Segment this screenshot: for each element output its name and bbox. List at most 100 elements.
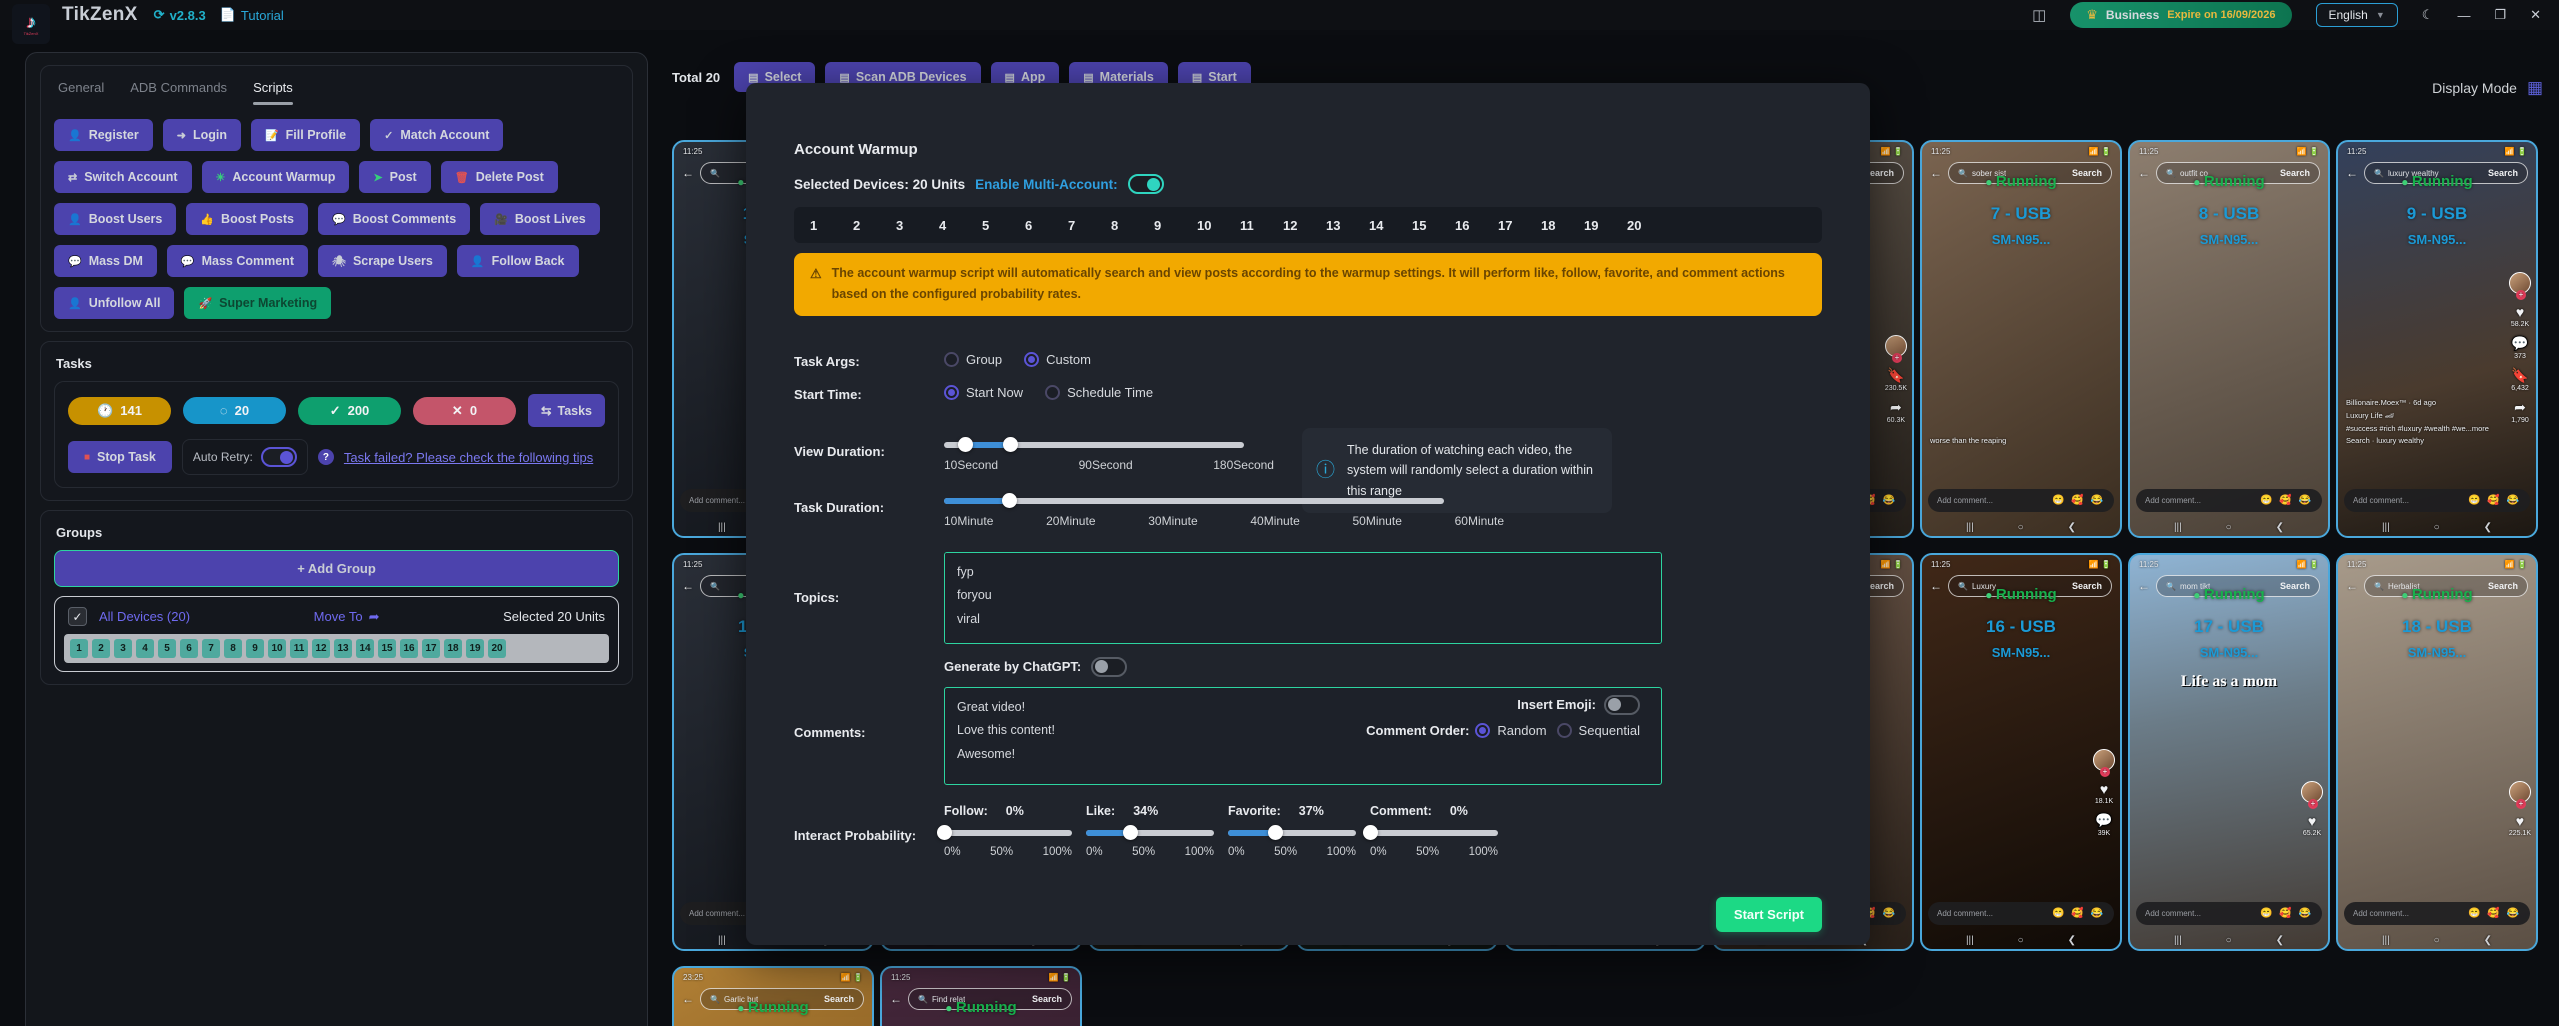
modal-device-11[interactable]: 11 xyxy=(1240,218,1283,233)
tab-adb-commands[interactable]: ADB Commands xyxy=(130,80,227,105)
modal-device-9[interactable]: 9 xyxy=(1154,218,1197,233)
probability-slider[interactable] xyxy=(944,830,1072,836)
modal-device-8[interactable]: 8 xyxy=(1111,218,1154,233)
comment-order-option-sequential[interactable]: Sequential xyxy=(1557,723,1640,738)
phone-device-20[interactable]: 11:25📶 🔋←🔍Find relatSearch● Running20 - … xyxy=(880,966,1082,1026)
probability-slider[interactable] xyxy=(1228,830,1356,836)
avatar[interactable] xyxy=(2509,272,2531,294)
script-button-mass-comment[interactable]: 💬Mass Comment xyxy=(167,245,308,277)
device-chip-15[interactable]: 15 xyxy=(378,639,396,658)
modal-device-12[interactable]: 12 xyxy=(1283,218,1326,233)
device-chip-14[interactable]: 14 xyxy=(356,639,374,658)
language-select[interactable]: English ▼ xyxy=(2316,3,2398,27)
script-button-follow-back[interactable]: 👤Follow Back xyxy=(457,245,579,277)
probability-slider[interactable] xyxy=(1370,830,1498,836)
start-time-option-schedule-time[interactable]: Schedule Time xyxy=(1045,385,1153,400)
multi-account-toggle[interactable] xyxy=(1128,174,1164,194)
avatar[interactable] xyxy=(2093,749,2115,771)
tasks-button[interactable]: ⇆Tasks xyxy=(528,394,605,427)
comment-bar[interactable]: Add comment...😁 🥰 😂 xyxy=(2344,902,2530,925)
modal-device-7[interactable]: 7 xyxy=(1068,218,1111,233)
modal-device-13[interactable]: 13 xyxy=(1326,218,1369,233)
comment-icon[interactable]: 💬 xyxy=(2095,812,2112,829)
device-chip-20[interactable]: 20 xyxy=(488,639,506,658)
task-args-option-custom[interactable]: Custom xyxy=(1024,352,1091,367)
comment-icon[interactable]: 💬 xyxy=(2511,335,2528,352)
device-chip-3[interactable]: 3 xyxy=(114,639,132,658)
phone-device-19[interactable]: 23:25📶 🔋←🔍Garlic butSearch● Running19 - … xyxy=(672,966,874,1026)
avatar[interactable] xyxy=(2301,781,2323,803)
auto-retry-toggle[interactable] xyxy=(261,447,297,467)
comment-bar[interactable]: Add comment...😁 🥰 😂 xyxy=(2136,489,2322,512)
modal-device-16[interactable]: 16 xyxy=(1455,218,1498,233)
modal-device-1[interactable]: 1 xyxy=(810,218,853,233)
modal-device-19[interactable]: 19 xyxy=(1584,218,1627,233)
script-button-unfollow-all[interactable]: 👤Unfollow All xyxy=(54,287,174,319)
slider-thumb[interactable] xyxy=(1268,825,1283,840)
task-args-option-group[interactable]: Group xyxy=(944,352,1002,367)
script-button-boost-users[interactable]: 👤Boost Users xyxy=(54,203,176,235)
phone-device-8[interactable]: 11:25📶 🔋←🔍outfit coSearch● Running8 - US… xyxy=(2128,140,2330,538)
move-to-button[interactable]: Move To ➦ xyxy=(314,609,380,625)
device-chip-13[interactable]: 13 xyxy=(334,639,352,658)
save-icon[interactable]: 🔖 xyxy=(2511,367,2528,384)
tab-scripts[interactable]: Scripts xyxy=(253,80,293,105)
device-chip-18[interactable]: 18 xyxy=(444,639,462,658)
device-chip-4[interactable]: 4 xyxy=(136,639,154,658)
like-icon[interactable]: ♥ xyxy=(2516,813,2524,829)
task-failed-tips-link[interactable]: Task failed? Please check the following … xyxy=(344,450,593,465)
script-button-post[interactable]: ➤Post xyxy=(359,161,430,193)
device-chip-9[interactable]: 9 xyxy=(246,639,264,658)
script-button-match-account[interactable]: ✓Match Account xyxy=(370,119,503,151)
script-button-switch-account[interactable]: ⇄Switch Account xyxy=(54,161,192,193)
comment-order-option-random[interactable]: Random xyxy=(1475,723,1546,738)
topics-textarea[interactable]: fyp foryou viral xyxy=(944,552,1662,644)
device-chip-10[interactable]: 10 xyxy=(268,639,286,658)
share-icon[interactable]: ➦ xyxy=(2514,399,2526,416)
start-time-option-start-now[interactable]: Start Now xyxy=(944,385,1023,400)
script-button-boost-lives[interactable]: 🎥Boost Lives xyxy=(480,203,600,235)
comment-bar[interactable]: Add comment...😁 🥰 😂 xyxy=(2344,489,2530,512)
tutorial-link[interactable]: 📄Tutorial xyxy=(220,7,284,23)
slider-thumb[interactable] xyxy=(1123,825,1138,840)
help-icon[interactable]: ? xyxy=(318,449,334,465)
like-icon[interactable]: ♥ xyxy=(2100,781,2108,797)
script-button-delete-post[interactable]: 🗑Delete Post xyxy=(441,161,558,193)
device-chip-16[interactable]: 16 xyxy=(400,639,418,658)
view-duration-slider[interactable] xyxy=(944,442,1244,448)
device-chip-5[interactable]: 5 xyxy=(158,639,176,658)
version-link[interactable]: ⟳v2.8.3 xyxy=(154,7,206,23)
device-chip-12[interactable]: 12 xyxy=(312,639,330,658)
modal-device-18[interactable]: 18 xyxy=(1541,218,1584,233)
slider-thumb[interactable] xyxy=(958,437,973,452)
script-button-register[interactable]: 👤Register xyxy=(54,119,153,151)
modal-device-10[interactable]: 10 xyxy=(1197,218,1240,233)
script-button-mass-dm[interactable]: 💬Mass DM xyxy=(54,245,157,277)
slider-thumb[interactable] xyxy=(1002,493,1017,508)
stop-task-button[interactable]: ■ Stop Task xyxy=(68,441,172,473)
device-chip-2[interactable]: 2 xyxy=(92,639,110,658)
group-name[interactable]: All Devices (20) xyxy=(99,609,190,624)
tab-general[interactable]: General xyxy=(58,80,104,105)
script-button-account-warmup[interactable]: ☀Account Warmup xyxy=(202,161,350,193)
slider-thumb[interactable] xyxy=(937,825,952,840)
like-icon[interactable]: ♥ xyxy=(2516,304,2524,320)
comment-bar[interactable]: Add comment...😁 🥰 😂 xyxy=(1928,489,2114,512)
group-checkbox[interactable]: ✓ xyxy=(68,607,87,626)
script-button-boost-posts[interactable]: 👍Boost Posts xyxy=(186,203,308,235)
task-duration-slider[interactable] xyxy=(944,498,1444,504)
phone-device-16[interactable]: 11:25📶 🔋←🔍LuxurySearch● Running16 - USBS… xyxy=(1920,553,2122,951)
modal-device-15[interactable]: 15 xyxy=(1412,218,1455,233)
license-badge[interactable]: ♛ Business Expire on 16/09/2026 xyxy=(2070,2,2291,28)
start-script-button[interactable]: Start Script xyxy=(1716,897,1822,932)
phone-device-17[interactable]: 11:25📶 🔋←🔍mom tiktSearch● Running17 - US… xyxy=(2128,553,2330,951)
modal-device-6[interactable]: 6 xyxy=(1025,218,1068,233)
comment-bar[interactable]: Add comment...😁 🥰 😂 xyxy=(2136,902,2322,925)
modal-device-3[interactable]: 3 xyxy=(896,218,939,233)
insert-emoji-toggle[interactable] xyxy=(1604,695,1640,715)
device-chip-11[interactable]: 11 xyxy=(290,639,308,658)
save-icon[interactable]: 🔖 xyxy=(1887,367,1904,384)
device-chip-17[interactable]: 17 xyxy=(422,639,440,658)
modal-device-2[interactable]: 2 xyxy=(853,218,896,233)
modal-device-20[interactable]: 20 xyxy=(1627,218,1670,233)
